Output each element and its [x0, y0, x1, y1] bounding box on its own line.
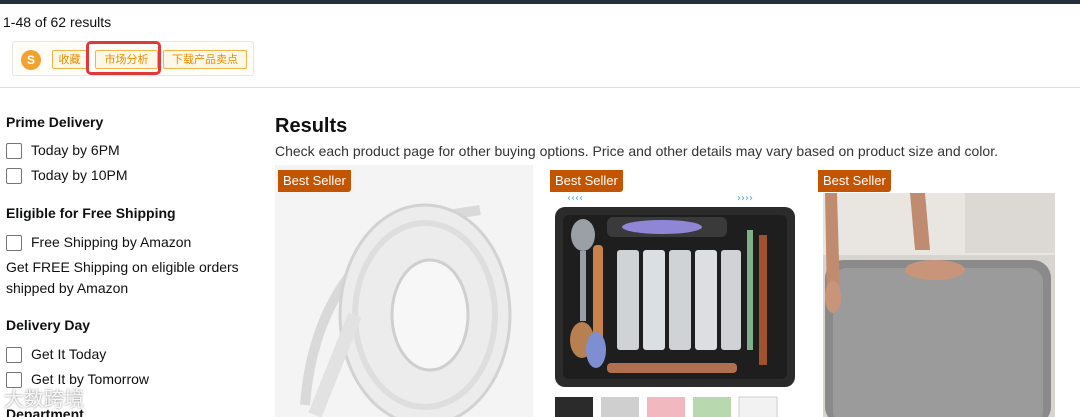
results-subtitle: Check each product page for other buying…	[275, 143, 998, 159]
results-title: Results	[275, 115, 348, 137]
filter-label: Today by 6PM	[31, 142, 120, 158]
product-card[interactable]: Best Seller ‹‹‹‹ ››››	[547, 165, 805, 417]
download-selling-points-button[interactable]: 下载产品卖点	[163, 50, 247, 69]
header-divider	[0, 87, 1080, 88]
delivery-day-heading: Delivery Day	[6, 317, 91, 333]
product-card[interactable]: Best Seller	[275, 165, 533, 417]
svg-text:››››: ››››	[737, 193, 753, 204]
free-shipping-note: Get FREE Shipping on eligible orders shi…	[6, 259, 239, 296]
checkbox[interactable]	[6, 235, 22, 251]
checkbox[interactable]	[6, 143, 22, 159]
results-count: 1-48 of 62 results	[3, 14, 112, 30]
filter-label: Get It Today	[31, 346, 107, 362]
best-seller-badge: Best Seller	[278, 170, 351, 192]
best-seller-badge: Best Seller	[550, 170, 623, 192]
utensil-organizer-image[interactable]: ‹‹‹‹ ››››	[547, 165, 805, 417]
s-logo-icon[interactable]: S	[21, 50, 41, 70]
filter-label: Today by 10PM	[31, 167, 128, 183]
highlight-box	[86, 41, 161, 75]
prime-delivery-heading: Prime Delivery	[6, 114, 104, 130]
checkbox[interactable]	[6, 347, 22, 363]
checkbox[interactable]	[6, 168, 22, 184]
bath-mat-image[interactable]	[815, 165, 1073, 417]
top-nav-strip	[0, 0, 1080, 4]
watermark-text: 大数跨境	[4, 387, 84, 411]
product-card[interactable]: Best Seller	[815, 165, 1073, 417]
best-seller-badge: Best Seller	[818, 170, 891, 192]
free-shipping-heading: Eligible for Free Shipping	[6, 205, 176, 221]
favorite-button[interactable]: 收藏	[52, 50, 87, 69]
tape-roll-image[interactable]	[275, 165, 533, 417]
filter-label: Free Shipping by Amazon	[31, 234, 192, 250]
svg-text:‹‹‹‹: ‹‹‹‹	[567, 193, 583, 204]
